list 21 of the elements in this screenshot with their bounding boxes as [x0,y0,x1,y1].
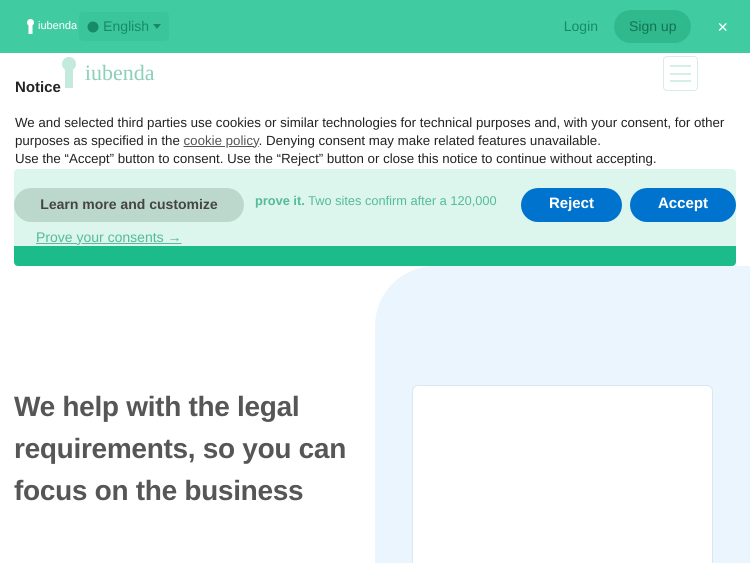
cookie-policy-link[interactable]: cookie policy [184,132,259,148]
hero-heading: We help with the legal requirements, so you can focus on the business [14,390,348,508]
banner-logo: iubenda [27,18,78,35]
site-logo[interactable]: iubenda [60,56,154,89]
menu-button[interactable] [663,56,698,91]
logo-icon [27,19,34,34]
customize-button[interactable]: Learn more and customize [14,188,244,222]
close-button[interactable]: × [713,16,732,38]
promo-text: prove it. Two sites confirm after a 120,000 [255,192,497,210]
accept-button[interactable]: Accept [630,188,736,222]
login-link[interactable]: Login [564,16,598,37]
language-button[interactable]: English [79,12,170,41]
globe-icon [87,20,100,32]
promo-link[interactable]: Prove your consents → [36,226,182,248]
logo-icon [60,57,77,88]
reject-button[interactable]: Reject [520,188,622,222]
signup-button[interactable]: Sign up [614,10,692,43]
notice-text: We and selected third parties use cookies or similar technologies for technical purposes and, with your consent, for other purposes as specified in the cookie policy. Denying consent may make related features unavailable. [14,114,726,150]
caret-icon [153,24,162,29]
notice-instruction: Use the “Accept” button to consent. Use the “Reject” button or close this notice to continue without accepting. [14,150,658,168]
notice-title: Notice [15,78,61,98]
